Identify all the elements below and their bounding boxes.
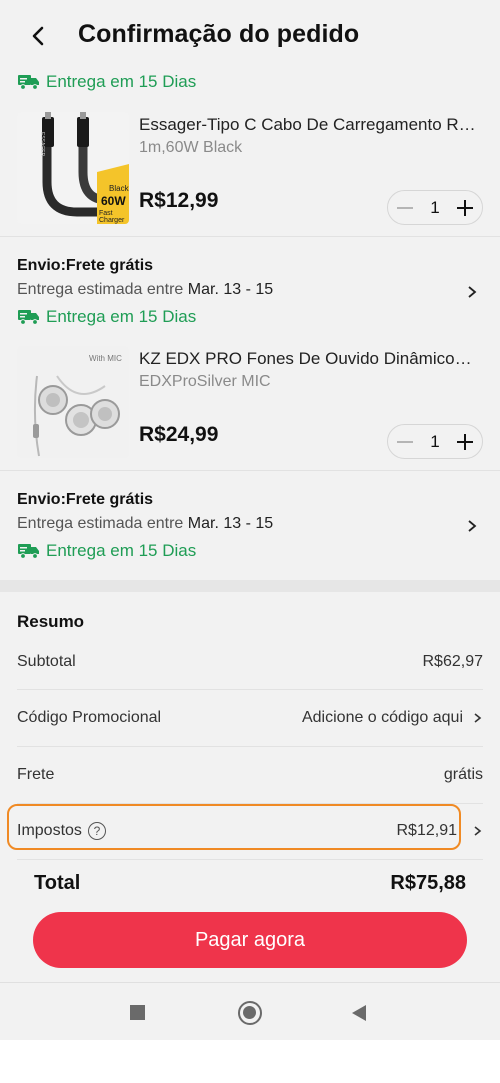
divider [17,859,483,860]
subtotal-row: Subtotal R$62,97 [17,634,483,690]
delivery-estimate: Entrega em 15 Dias [18,541,196,561]
truck-icon [18,544,39,559]
truck-icon [18,310,39,325]
chevron-right-icon[interactable] [466,285,478,299]
product-price: R$24,99 [139,423,219,446]
nav-home-icon[interactable] [238,1001,262,1025]
pay-now-button[interactable]: Pagar agora [33,912,467,968]
summary-title: Resumo [17,612,85,631]
nav-back-icon[interactable] [352,1005,366,1021]
shipping-fee-row: Frete grátis [17,747,483,803]
delivery-label: Entrega em 15 Dias [46,72,197,91]
plus-icon[interactable] [456,199,474,217]
checkout-screen: Confirmação do pedido Entrega em 15 Dias [0,0,500,1040]
system-navbar [0,982,500,1040]
thumb-label-mid: 60W [101,194,126,208]
promo-action[interactable]: Adicione o código aqui [302,709,483,727]
subtotal-label: Subtotal [17,653,76,670]
total-value: R$75,88 [390,872,466,894]
tax-row-highlight [7,804,461,850]
chevron-right-icon [474,713,482,723]
nav-recents-icon[interactable] [130,1005,145,1020]
promo-code-row[interactable]: Código Promocional Adicione o código aqu… [17,690,483,746]
product-image[interactable]: With MIC [17,346,129,458]
thumb-label-top: Black [109,184,129,193]
promo-value: Adicione o código aqui [301,709,463,726]
shipping-title: Envio:Frete grátis [17,257,154,274]
estimate-dates: Mar. 13 - 15 [187,281,274,298]
product-image[interactable]: Black 60W Fast Charger ESSAGER [17,112,129,224]
product-variant: 1m,60W Black [139,139,243,156]
thumb-label-top: With MIC [89,354,122,363]
header: Confirmação do pedido [0,0,500,72]
page-title: Confirmação do pedido [78,20,360,48]
minus-icon[interactable] [396,199,414,217]
delivery-estimate: Entrega em 15 Dias [18,72,196,92]
shipping-title: Envio:Frete grátis [17,491,154,508]
delivery-label: Entrega em 15 Dias [46,307,197,326]
subtotal-value: R$62,97 [422,653,484,670]
divider [0,470,500,471]
total-row: Total R$75,88 [34,872,466,895]
chevron-right-icon [474,826,482,836]
shipping-estimate: Entrega estimada entre Mar. 13 - 15 [17,515,273,533]
estimate-prefix: Entrega estimada entre [17,281,188,298]
delivery-estimate: Entrega em 15 Dias [18,307,196,327]
estimate-dates: Mar. 13 - 15 [187,515,274,532]
promo-label: Código Promocional [17,709,162,726]
quantity-value: 1 [430,431,440,451]
quantity-stepper: 1 [387,424,483,459]
product-price: R$12,99 [139,189,219,212]
quantity-stepper: 1 [387,190,483,225]
total-label: Total [34,872,81,894]
product-name[interactable]: Essager-Tipo C Cabo De Carregamento Rápi [139,115,479,135]
product-name[interactable]: KZ EDX PRO Fones De Ouvido Dinâmicos HI.… [139,349,479,369]
thumb-brand: ESSAGER [39,132,45,157]
plus-icon[interactable] [456,433,474,451]
shipping-fee-value: grátis [443,766,483,783]
thumb-label-bottom: Fast Charger [99,210,125,224]
shipping-fee-label: Frete [17,766,55,783]
section-separator [0,580,500,592]
estimate-prefix: Entrega estimada entre [17,515,188,532]
product-item: With MIC KZ EDX PRO Fones De Ouvido Dinâ… [0,346,500,470]
quantity-value: 1 [430,197,440,217]
truck-icon [18,75,39,90]
minus-icon[interactable] [396,433,414,451]
product-variant: EDXProSilver MIC [139,373,271,390]
product-item: Black 60W Fast Charger ESSAGER Essager-T… [0,112,500,236]
delivery-label: Entrega em 15 Dias [46,541,197,560]
back-arrow-icon[interactable] [26,22,50,50]
divider [0,236,500,237]
shipping-estimate: Entrega estimada entre Mar. 13 - 15 [17,281,273,299]
chevron-right-icon[interactable] [466,519,478,533]
